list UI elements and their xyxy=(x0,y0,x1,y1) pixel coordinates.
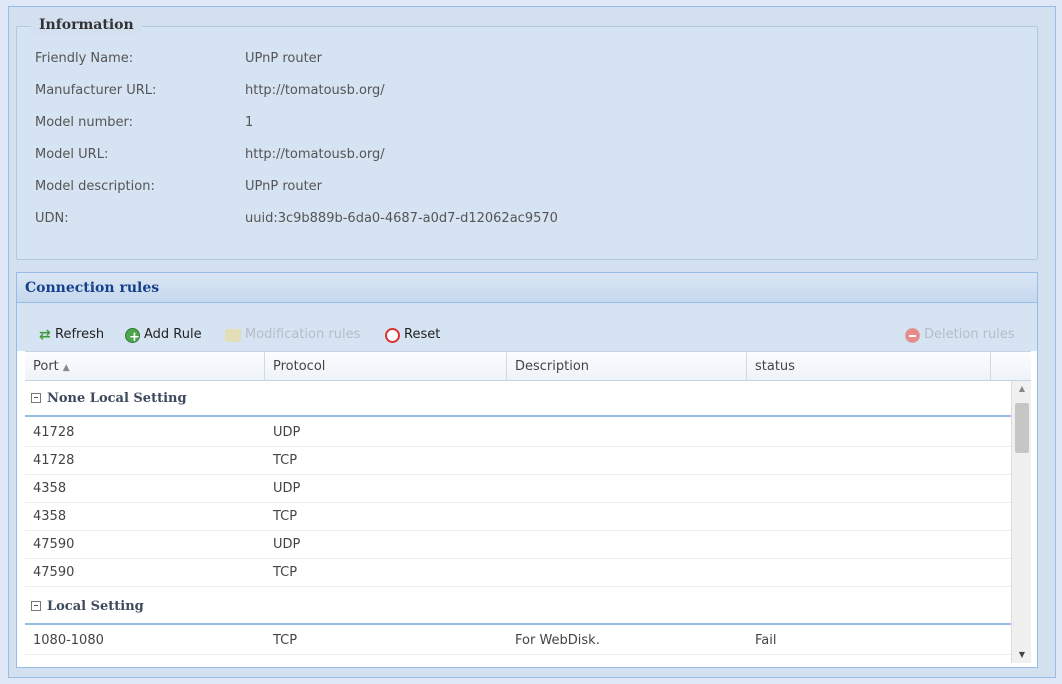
add-rule-button[interactable]: Add Rule xyxy=(125,323,202,350)
cell-description xyxy=(507,475,747,502)
add-rule-label: Add Rule xyxy=(144,327,202,342)
cell-description xyxy=(507,419,747,446)
column-label: Protocol xyxy=(273,359,326,374)
info-value: http://tomatousb.org/ xyxy=(245,147,385,162)
cell-protocol: TCP xyxy=(273,453,298,468)
reset-label: Reset xyxy=(404,327,441,342)
cell-description xyxy=(507,531,747,558)
info-value: UPnP router xyxy=(245,51,323,66)
column-label: status xyxy=(755,359,795,374)
info-label: Friendly Name: xyxy=(35,51,134,66)
info-label: Model number: xyxy=(35,115,134,130)
refresh-label: Refresh xyxy=(55,327,105,342)
cell-protocol: TCP xyxy=(273,509,298,524)
cell-description xyxy=(507,503,747,530)
cell-description xyxy=(507,559,747,586)
edit-icon xyxy=(225,328,241,342)
cell-port: 41728 xyxy=(33,425,75,440)
cell-port: 47590 xyxy=(33,565,75,580)
table-row[interactable]: 4358 TCP xyxy=(25,503,1011,531)
cell-protocol: UDP xyxy=(273,537,301,552)
column-header-port[interactable]: Port ▲ xyxy=(25,352,265,381)
modification-rules-button[interactable]: Modification rules xyxy=(225,323,360,347)
group-title: Local Setting xyxy=(47,599,144,614)
scroll-down-icon[interactable]: ▼ xyxy=(1012,647,1032,663)
table-row[interactable]: 47590 TCP xyxy=(25,559,1011,587)
column-label: Port xyxy=(33,359,59,374)
info-label: UDN: xyxy=(35,211,69,226)
column-header-status[interactable]: status xyxy=(747,352,991,381)
vertical-scrollbar[interactable]: ▲ ▼ xyxy=(1011,381,1031,663)
cell-status xyxy=(747,419,1011,446)
modification-rules-label: Modification rules xyxy=(245,327,361,342)
deletion-rules-button[interactable]: Deletion rules xyxy=(905,323,1015,347)
column-label: Description xyxy=(515,359,590,374)
cell-status xyxy=(747,447,1011,474)
reset-icon xyxy=(385,327,400,343)
information-fieldset: Information Friendly Name: UPnP router M… xyxy=(16,17,1038,260)
refresh-button[interactable]: ⇄ Refresh xyxy=(39,323,104,347)
deletion-rules-label: Deletion rules xyxy=(924,327,1015,342)
cell-protocol: UDP xyxy=(273,425,301,440)
cell-description: For WebDisk. xyxy=(515,633,600,648)
connection-rules-panel: Connection rules ⇄ Refresh Add Rule Modi… xyxy=(16,272,1038,668)
cell-protocol: TCP xyxy=(273,565,298,580)
toolbar: ⇄ Refresh Add Rule Modification rules Re… xyxy=(17,303,1037,351)
scroll-thumb[interactable] xyxy=(1015,403,1029,453)
collapse-icon[interactable] xyxy=(31,393,41,403)
table-row[interactable]: 47590 UDP xyxy=(25,531,1011,559)
info-value: 1 xyxy=(245,115,254,130)
table-row[interactable]: 41728 TCP xyxy=(25,447,1011,475)
grid-body: None Local Setting 41728 UDP 41728 TCP 4… xyxy=(25,381,1011,663)
cell-protocol: UDP xyxy=(273,481,301,496)
column-header-protocol[interactable]: Protocol xyxy=(265,352,507,381)
cell-status xyxy=(747,503,1011,530)
table-row[interactable]: 1080-1080 TCP For WebDisk. Fail xyxy=(25,627,1011,655)
cell-port: 47590 xyxy=(33,537,75,552)
panel-title: Connection rules xyxy=(17,273,1037,303)
table-row[interactable]: 41728 UDP xyxy=(25,419,1011,447)
cell-status xyxy=(747,475,1011,502)
reset-button[interactable]: Reset xyxy=(385,323,440,347)
cell-status xyxy=(747,531,1011,558)
group-title: None Local Setting xyxy=(47,391,187,406)
collapse-icon[interactable] xyxy=(31,601,41,611)
info-label: Model description: xyxy=(35,179,155,194)
group-header-local[interactable]: Local Setting xyxy=(25,589,1011,625)
cell-port: 4358 xyxy=(33,509,67,524)
info-label: Manufacturer URL: xyxy=(35,83,157,98)
info-value: UPnP router xyxy=(245,179,323,194)
info-label: Model URL: xyxy=(35,147,109,162)
cell-port: 1080-1080 xyxy=(33,633,104,648)
group-header-none-local[interactable]: None Local Setting xyxy=(25,381,1011,417)
grid-header: Port ▲ Protocol Description status xyxy=(25,351,1031,381)
refresh-icon: ⇄ xyxy=(39,326,51,343)
cell-description xyxy=(507,447,747,474)
cell-status xyxy=(747,559,1011,586)
delete-icon xyxy=(905,327,920,343)
cell-protocol: TCP xyxy=(273,633,298,648)
cell-status: Fail xyxy=(755,633,777,648)
info-value: uuid:3c9b889b-6da0-4687-a0d7-d12062ac957… xyxy=(245,211,558,226)
scroll-up-icon[interactable]: ▲ xyxy=(1012,381,1032,397)
column-header-description[interactable]: Description xyxy=(507,352,747,381)
add-icon xyxy=(125,326,140,350)
information-legend: Information xyxy=(31,17,142,33)
info-value: http://tomatousb.org/ xyxy=(245,83,385,98)
table-row[interactable]: 4358 UDP xyxy=(25,475,1011,503)
cell-port: 41728 xyxy=(33,453,75,468)
sort-ascending-icon: ▲ xyxy=(62,363,70,373)
cell-port: 4358 xyxy=(33,481,67,496)
